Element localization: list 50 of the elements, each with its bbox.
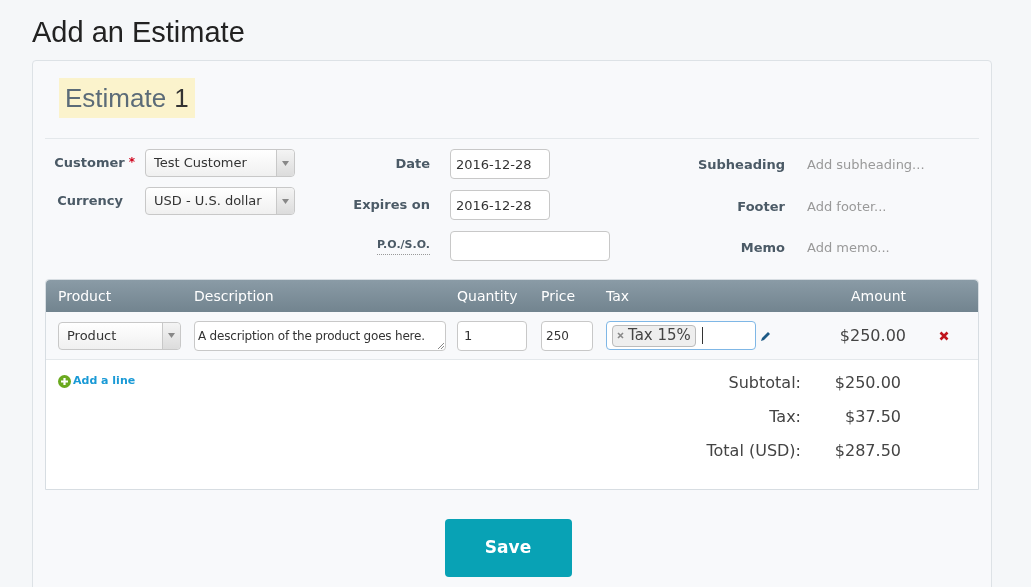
total-label: Total (USD): bbox=[706, 439, 801, 462]
price-field[interactable]: 250 bbox=[541, 320, 593, 351]
required-asterisk: * bbox=[128, 154, 135, 172]
date-field[interactable]: 2016-12-28 bbox=[450, 149, 550, 179]
date-field[interactable]: 2016-12-28 bbox=[450, 190, 550, 220]
column-header: Product bbox=[58, 288, 112, 304]
estimate-number: 1 bbox=[174, 81, 189, 115]
caret-icon bbox=[282, 160, 289, 166]
field-label: Subheading bbox=[697, 156, 785, 174]
column-header: Tax bbox=[606, 288, 630, 304]
field-label: Customer bbox=[54, 154, 125, 173]
estimate-label: Estimate bbox=[65, 81, 167, 115]
total-label: Tax: bbox=[769, 405, 801, 428]
column-header: Amount bbox=[851, 288, 906, 304]
estimate-heading[interactable]: Estimate 1 bbox=[59, 78, 195, 118]
column-header: Description bbox=[194, 288, 274, 304]
field-label: Date bbox=[395, 155, 430, 174]
column-header: Quantity bbox=[457, 288, 518, 304]
tax-tag-label: Tax 15% bbox=[628, 325, 691, 347]
text-field[interactable]: Add subheading... bbox=[807, 155, 977, 175]
text-field[interactable] bbox=[450, 231, 610, 261]
description-field[interactable]: A description of the product goes here. bbox=[194, 320, 446, 351]
total-value: $37.50 bbox=[845, 405, 901, 428]
total-label: Subtotal: bbox=[728, 371, 801, 394]
text-field[interactable]: Add memo... bbox=[807, 238, 977, 258]
select-field[interactable]: Product bbox=[58, 321, 181, 350]
text-cursor bbox=[701, 327, 703, 344]
tax-tag[interactable]: Tax 15% bbox=[612, 324, 696, 347]
field-label: Expires on bbox=[353, 196, 430, 215]
remove-icon[interactable] bbox=[617, 332, 624, 339]
total-value: $287.50 bbox=[834, 439, 901, 462]
pencil-icon[interactable] bbox=[760, 329, 772, 342]
field-label: Footer bbox=[737, 197, 785, 216]
field-label: P.O./S.O. bbox=[377, 237, 430, 255]
quantity-field[interactable]: 1 bbox=[457, 320, 527, 351]
select-field[interactable]: Test Customer bbox=[145, 149, 295, 177]
delete-icon[interactable] bbox=[939, 330, 949, 341]
resize-grip-icon bbox=[438, 342, 444, 349]
tax-field[interactable]: Tax 15% bbox=[606, 321, 756, 350]
column-header: Price bbox=[541, 288, 576, 304]
total-value: $250.00 bbox=[834, 371, 901, 394]
page-title: Add an Estimate bbox=[31, 15, 245, 50]
select-field[interactable]: USD - U.S. dollar bbox=[145, 187, 295, 215]
plus-circle-icon bbox=[58, 374, 71, 388]
field-label: Memo bbox=[740, 239, 785, 257]
caret-icon bbox=[282, 198, 289, 204]
field-label: Currency bbox=[57, 192, 123, 211]
text-field[interactable]: Add footer... bbox=[807, 196, 977, 216]
caret-icon bbox=[168, 333, 175, 338]
row-amount: $250.00 bbox=[839, 325, 906, 345]
